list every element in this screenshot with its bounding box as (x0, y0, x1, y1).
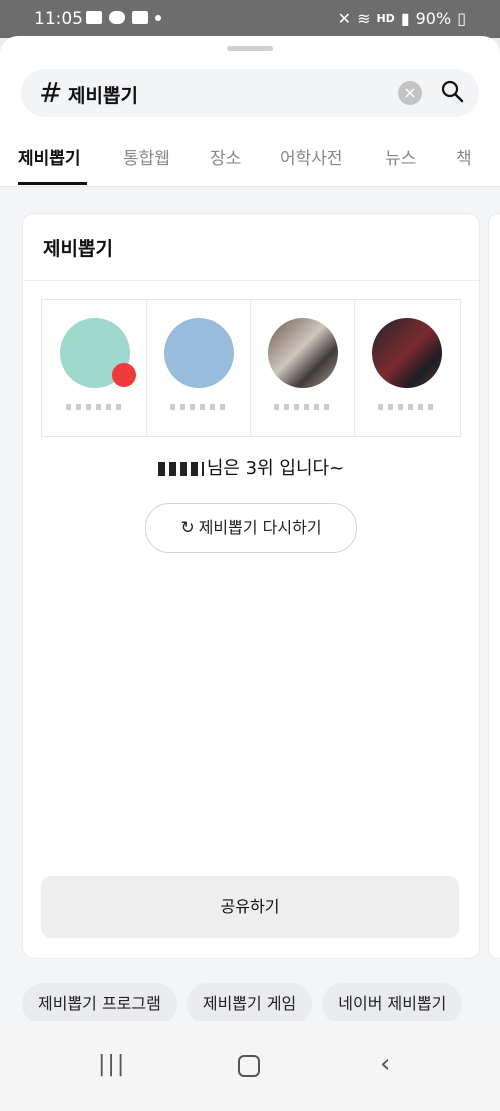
lottery-card: 제비뽑기 님은 3위 입니다~ ↻ 제비뽑기 다시하기 공유하기 (22, 213, 480, 959)
card-title: 제비뽑기 (43, 238, 113, 260)
status-bar: 11:05 ✕ ≋ HD ▮ 90% ▯ (0, 0, 500, 38)
search-bar[interactable]: # 제비뽑기 × (21, 69, 479, 117)
tab-jebi[interactable]: 제비뽑기 (18, 144, 81, 169)
system-nav-bar: ||| ‹ (0, 1021, 500, 1111)
avatar (164, 318, 234, 388)
search-sheet: # 제비뽑기 × 제비뽑기 통합웹 장소 어학사전 뉴스 책 제비뽑기 님은 3… (0, 36, 500, 1021)
result-line: 님은 3위 입니다~ (23, 454, 479, 480)
participant-3[interactable] (250, 300, 355, 436)
mute-icon: ✕ (337, 9, 352, 28)
recent-apps-icon[interactable]: ||| (98, 1052, 126, 1077)
signal-icon: ▮ (400, 9, 410, 28)
avatar (372, 318, 442, 388)
content-area: 제비뽑기 님은 3위 입니다~ ↻ 제비뽑기 다시하기 공유하기 제비뽑기 프로… (0, 187, 500, 1021)
divider (23, 280, 479, 281)
result-text: 님은 3위 입니다~ (206, 458, 345, 479)
winner-name-blurred (157, 462, 204, 476)
share-button[interactable]: 공유하기 (41, 876, 459, 938)
tab-web[interactable]: 통합웹 (123, 144, 170, 169)
back-icon[interactable]: ‹ (380, 1049, 390, 1079)
hash-icon: # (39, 76, 63, 109)
close-icon[interactable]: × (398, 81, 422, 105)
refresh-icon: ↻ (180, 518, 195, 538)
clock: 11:05 (34, 9, 83, 29)
participant-2[interactable] (146, 300, 251, 436)
participant-1[interactable] (42, 300, 147, 436)
tab-books[interactable]: 책 (456, 144, 472, 169)
tab-place[interactable]: 장소 (210, 144, 241, 169)
drag-handle[interactable] (227, 46, 273, 51)
search-query[interactable]: 제비뽑기 (68, 81, 138, 108)
participant-grid (41, 299, 461, 437)
tab-bar: 제비뽑기 통합웹 장소 어학사전 뉴스 책 (0, 134, 500, 187)
related-chip[interactable]: 제비뽑기 프로그램 (22, 983, 177, 1021)
participant-name-blurred (274, 404, 332, 410)
notification-icons (86, 11, 161, 24)
related-chip[interactable]: 네이버 제비뽑기 (322, 983, 463, 1021)
participant-name-blurred (170, 404, 228, 410)
participant-4[interactable] (354, 300, 458, 436)
next-card-peek[interactable] (488, 213, 500, 959)
screen: 11:05 ✕ ≋ HD ▮ 90% ▯ # 제비뽑기 × 제비뽑기 통합웹 장… (0, 0, 500, 1111)
tab-news[interactable]: 뉴스 (385, 144, 416, 169)
gallery-icon (86, 11, 102, 24)
retry-button[interactable]: ↻ 제비뽑기 다시하기 (145, 503, 357, 553)
related-searches: 제비뽑기 프로그램 제비뽑기 게임 네이버 제비뽑기 (22, 983, 463, 1021)
related-chip[interactable]: 제비뽑기 게임 (186, 983, 313, 1021)
retry-label: 제비뽑기 다시하기 (198, 518, 322, 537)
avatar (268, 318, 338, 388)
hd-voice-icon: HD (376, 12, 395, 25)
more-dot-icon (155, 14, 161, 21)
wifi-icon: ≋ (357, 9, 371, 28)
cloud-icon (109, 11, 125, 24)
system-icons: ✕ ≋ HD ▮ 90% ▯ (338, 9, 466, 28)
search-icon[interactable] (440, 79, 464, 103)
participant-name-blurred (66, 404, 124, 410)
battery-text: 90% (415, 9, 452, 28)
battery-icon: ▯ (457, 9, 466, 28)
rank-badge (112, 363, 136, 387)
tab-dictionary[interactable]: 어학사전 (280, 144, 343, 169)
active-tab-indicator (18, 182, 87, 185)
home-icon[interactable] (238, 1055, 260, 1077)
participant-name-blurred (378, 404, 436, 410)
youtube-icon (132, 11, 148, 24)
